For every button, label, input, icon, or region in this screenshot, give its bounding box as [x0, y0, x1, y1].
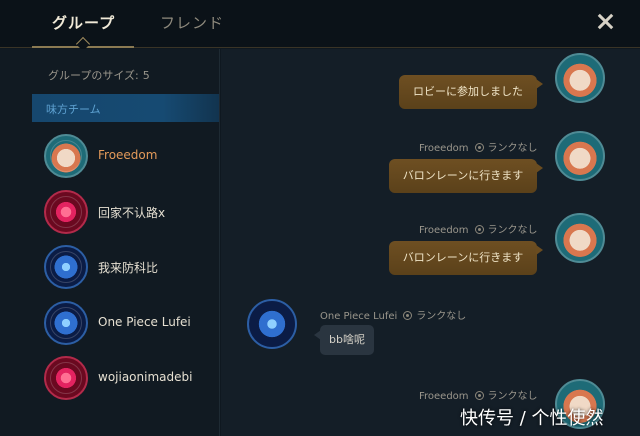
member-item[interactable]: wojiaonimadebi — [44, 356, 220, 404]
rank-label: ランクなし — [487, 225, 538, 236]
group-size-label: グループのサイズ: — [48, 69, 139, 82]
member-name: 我来防科比 — [98, 261, 159, 275]
chat-message-bubble: バロンレーンに行きます — [389, 241, 543, 275]
rank-label: ランクなし — [416, 311, 467, 322]
rank-icon — [403, 311, 413, 320]
member-name: 回家不认路x — [98, 206, 166, 220]
blue-portrait-icon — [44, 245, 88, 289]
blue-portrait-icon — [44, 301, 88, 345]
rank-icon — [474, 391, 484, 400]
rank-label: ランクなし — [487, 391, 538, 402]
watermark: 快传号 / 个性使然 — [460, 408, 604, 429]
message-meta: One Piece Lufei ランクなし — [320, 307, 466, 322]
team-header-label: 味方チーム — [46, 103, 101, 116]
chat-message-bubble: ロビーに参加しました — [399, 75, 543, 109]
poro-icon — [555, 213, 605, 263]
chat-message-bubble: バロンレーンに行きます — [389, 159, 543, 193]
message-meta: Froeedom ランクなし — [419, 139, 538, 154]
tab-group[interactable]: グループ — [52, 12, 115, 33]
sender-name: Froeedom — [419, 391, 469, 402]
blue-portrait-icon — [247, 299, 297, 349]
sender-name: Froeedom — [419, 225, 469, 236]
tab-bar: グループ フレンド — [0, 0, 640, 52]
sender-name: One Piece Lufei — [320, 311, 398, 322]
sender-name: Froeedom — [419, 143, 469, 154]
poro-icon — [555, 131, 605, 181]
group-size-value: 5 — [142, 69, 150, 82]
close-icon[interactable] — [594, 10, 618, 34]
chat-panel: ロビーに参加しました Froeedom ランクなし バロンレーンに行きます Fro… — [221, 49, 640, 436]
tab-friends[interactable]: フレンド — [160, 12, 224, 33]
heart-icon — [44, 190, 88, 234]
message-meta: Froeedom ランクなし — [419, 387, 538, 402]
message-meta: Froeedom ランクなし — [419, 221, 538, 236]
member-name: wojiaonimadebi — [98, 370, 193, 384]
group-size: グループのサイズ: 5 — [48, 67, 150, 83]
member-name: Froeedom — [98, 148, 158, 162]
member-item[interactable]: 回家不认路x — [44, 190, 220, 238]
rank-label: ランクなし — [487, 143, 538, 154]
chat-message-bubble: bb啥呢 — [314, 325, 374, 355]
rank-icon — [474, 143, 484, 152]
team-header[interactable]: 味方チーム — [32, 94, 219, 122]
poro-icon — [44, 134, 88, 178]
group-panel: グループのサイズ: 5 味方チーム Froeedom 回家不认路x 我来防科比 O… — [0, 49, 220, 436]
member-item[interactable]: 我来防科比 — [44, 245, 220, 293]
heart-icon — [44, 356, 88, 400]
member-item[interactable]: Froeedom — [44, 134, 220, 182]
rank-icon — [474, 225, 484, 234]
member-name: One Piece Lufei — [98, 315, 191, 329]
member-item[interactable]: One Piece Lufei — [44, 301, 220, 349]
poro-icon — [555, 53, 605, 103]
